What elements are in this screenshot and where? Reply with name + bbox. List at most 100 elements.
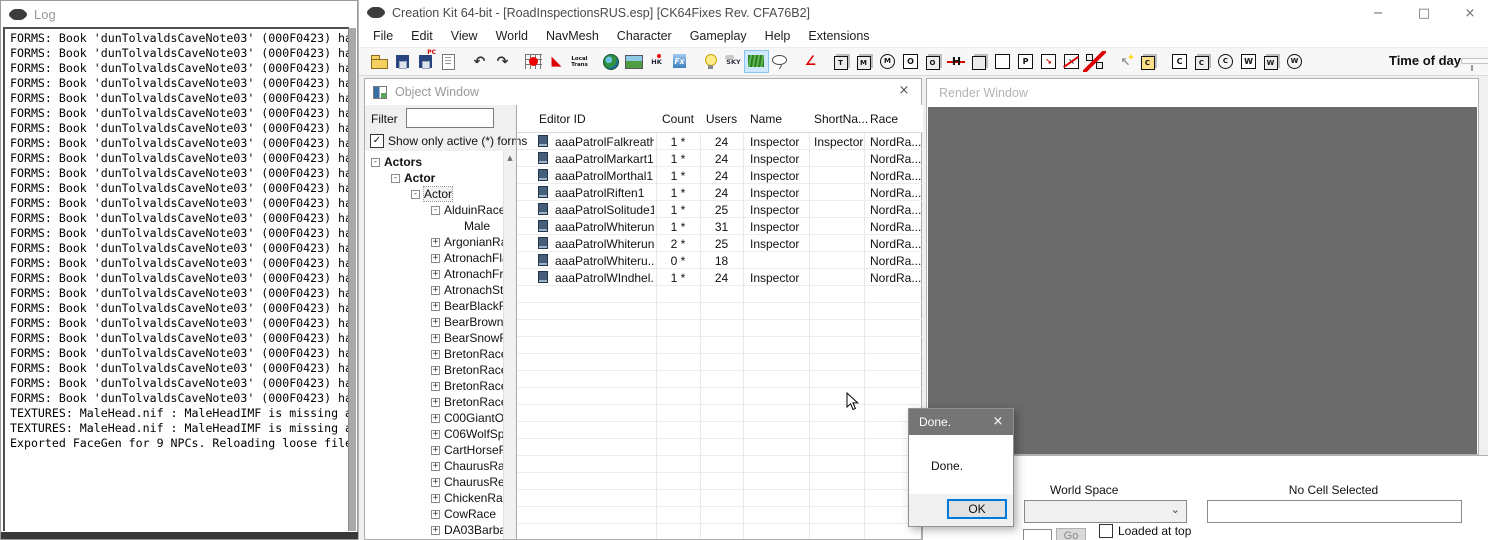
snap-to-angle-icon[interactable]: ◣ (545, 51, 568, 72)
tree-item[interactable]: AtronachFr (365, 266, 503, 282)
landscape-icon[interactable] (622, 51, 645, 72)
tree-expander-icon[interactable] (431, 254, 440, 263)
tree-item[interactable]: BearSnowF (365, 330, 503, 346)
tree-item[interactable]: ChaurusRa (365, 458, 503, 474)
close-button[interactable]: × (1451, 0, 1488, 26)
marker-w-cube-icon[interactable]: W (1260, 51, 1283, 72)
menu-item[interactable]: Gameplay (681, 26, 756, 47)
table-row[interactable]: aaaPatrolWhiteru... 0 * 18 NordRa... (517, 252, 923, 269)
tree-item[interactable]: AtronachSt (365, 282, 503, 298)
Inspector[interactable]: aaaPatrolWhiterun2 2 * 25 Inspector Nord… (517, 235, 923, 252)
Inspector[interactable]: aaaPatrolWIndhel... 1 * 24 Inspector Nor… (517, 269, 923, 286)
dialogue-icon[interactable] (768, 51, 791, 72)
Inspector[interactable]: aaaPatrolSolitude1 1 * 25 Inspector Nord… (517, 201, 923, 218)
marker-o-box-icon[interactable]: O (899, 51, 922, 72)
link-marker-icon[interactable] (1083, 51, 1106, 72)
marker-c-circle-icon[interactable]: C (1214, 51, 1237, 72)
Inspector[interactable]: aaaPatrolFalkreath1 1 * 24 Inspector Ins… (517, 133, 923, 150)
column-header-name[interactable]: Name (750, 112, 782, 126)
menu-item[interactable]: Edit (402, 26, 442, 47)
log-scrollbar[interactable] (348, 28, 356, 531)
tree-expander-icon[interactable] (431, 414, 440, 423)
tree-expander-icon[interactable] (431, 334, 440, 343)
loaded-at-top-checkbox[interactable] (1099, 524, 1113, 538)
sky-icon[interactable]: SKY (722, 51, 745, 72)
cube-marker-icon[interactable] (968, 51, 991, 72)
menu-item[interactable]: File (364, 26, 402, 47)
redo-icon[interactable]: ↷ (491, 51, 514, 72)
marker-c-box-icon[interactable]: C (1168, 51, 1191, 72)
menu-item[interactable]: Character (608, 26, 681, 47)
log-window-titlebar[interactable]: Log (1, 1, 357, 27)
open-icon[interactable] (368, 51, 391, 72)
cell-search-input[interactable] (1207, 500, 1462, 523)
tree-expander-icon[interactable] (431, 206, 440, 215)
tree-item[interactable]: DA03Barba (365, 522, 503, 538)
menu-item[interactable]: NavMesh (537, 26, 608, 47)
tree-item[interactable]: C06WolfSp (365, 426, 503, 442)
marker-m-cube-icon[interactable]: M (853, 51, 876, 72)
tree-expander-icon[interactable] (431, 238, 440, 247)
Inspector[interactable]: aaaPatrolMarkart1 1 * 24 Inspector NordR… (517, 150, 923, 167)
tree-expander-icon[interactable] (431, 366, 440, 375)
marker-p-icon[interactable]: P (1014, 51, 1037, 72)
tree-expander-icon[interactable] (431, 286, 440, 295)
heightmap-icon[interactable]: ∠ (799, 51, 822, 72)
marker-o-cube-icon[interactable]: O (922, 51, 945, 72)
object-window-close-icon[interactable]: × (895, 82, 913, 100)
version-control-icon[interactable]: PC (414, 51, 437, 72)
world-icon[interactable] (599, 51, 622, 72)
tree-item[interactable]: BearBrownl (365, 314, 503, 330)
column-header-editor-id[interactable]: Editor ID (539, 112, 586, 126)
tree-item[interactable]: ChaurusRe (365, 474, 503, 490)
render-viewport[interactable] (928, 107, 1477, 454)
tree-item[interactable]: BretonRace (365, 378, 503, 394)
marker-w-box-icon[interactable]: W (1237, 51, 1260, 72)
tree-item[interactable]: CartHorseR (365, 442, 503, 458)
tree-item[interactable]: Male (365, 218, 503, 234)
tree-expander-icon[interactable] (431, 270, 440, 279)
snap-to-grid-icon[interactable] (522, 51, 545, 72)
havok-icon[interactable]: HK (645, 51, 668, 72)
tree-scrollbar[interactable]: ▲ (503, 151, 516, 539)
menu-item[interactable]: World (487, 26, 537, 47)
local-transform-icon[interactable]: Local Trans (568, 51, 591, 72)
column-header-shortname[interactable]: ShortNa... (814, 112, 868, 126)
tree-expander-icon[interactable] (391, 174, 400, 183)
tree-item[interactable]: CowRace (365, 506, 503, 522)
marker-c-cube-icon[interactable]: C (1191, 51, 1214, 72)
tree-expander-icon[interactable] (431, 302, 440, 311)
light-marker-icon[interactable]: ↖ (1114, 51, 1137, 72)
tree-expander-icon[interactable] (431, 446, 440, 455)
tree-item[interactable]: AlduinRace (365, 202, 503, 218)
tree-item[interactable]: BretonRace (365, 394, 503, 410)
tree-expander-icon[interactable] (431, 462, 440, 471)
filter-input[interactable] (406, 108, 494, 128)
tree-expander-icon[interactable] (431, 510, 440, 519)
marker-w-circle-icon[interactable]: W (1283, 51, 1306, 72)
column-header-race[interactable]: Race (870, 112, 898, 126)
object-window-titlebar[interactable]: Object Window (365, 79, 921, 106)
coordinate-input[interactable] (1023, 529, 1052, 540)
tree-expander-icon[interactable] (371, 158, 380, 167)
tree-item[interactable]: Actor (365, 186, 503, 202)
marker-h-icon[interactable]: H (945, 51, 968, 72)
menu-item[interactable]: Help (756, 26, 800, 47)
tree-expander-icon[interactable] (431, 430, 440, 439)
Inspector[interactable]: aaaPatrolWhiterun1 1 * 31 Inspector Nord… (517, 218, 923, 235)
scroll-up-icon[interactable]: ▲ (504, 151, 516, 165)
menu-item[interactable]: View (442, 26, 487, 47)
Inspector[interactable]: aaaPatrolMorthal1 1 * 24 Inspector NordR… (517, 167, 923, 184)
save-icon[interactable] (391, 51, 414, 72)
world-space-dropdown[interactable]: ⌄ (1024, 500, 1187, 523)
preferences-icon[interactable] (437, 51, 460, 72)
room-marker-icon[interactable]: ↘ (1037, 51, 1060, 72)
maximize-button[interactable]: □ (1405, 0, 1443, 26)
menu-item[interactable]: Extensions (799, 26, 878, 47)
ok-button[interactable]: OK (947, 499, 1007, 519)
tree-item[interactable]: ChickenRa (365, 490, 503, 506)
go-button[interactable]: Go (1056, 528, 1086, 540)
undo-icon[interactable]: ↶ (468, 51, 491, 72)
tree-item[interactable]: Actors (365, 154, 503, 170)
Inspector[interactable]: aaaPatrolRiften1 1 * 24 Inspector NordRa… (517, 184, 923, 201)
